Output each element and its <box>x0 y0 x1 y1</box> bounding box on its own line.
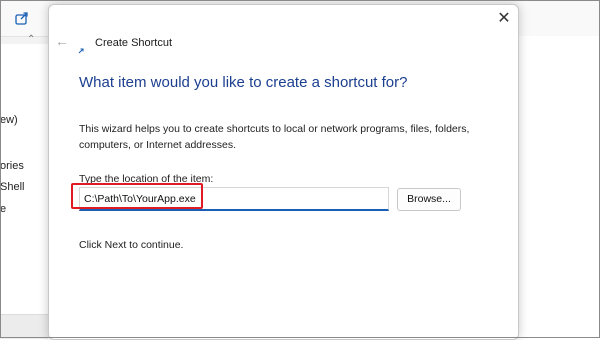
sidebar-fragment[interactable]: ew) <box>0 114 18 126</box>
location-input[interactable] <box>79 187 389 211</box>
background-sidebar: ew) ories Shell e <box>0 44 48 314</box>
create-shortcut-dialog: ✕ ← Create Shortcut What item would you … <box>48 4 519 340</box>
background-status-strip <box>0 314 48 339</box>
shortcut-icon <box>78 41 84 54</box>
background-content-area <box>518 36 600 338</box>
dialog-title: Create Shortcut <box>95 37 173 49</box>
close-icon[interactable]: ✕ <box>496 11 512 27</box>
page-heading: What item would you like to create a sho… <box>79 74 408 91</box>
sidebar-fragment[interactable]: Shell <box>0 181 24 193</box>
browse-button[interactable]: Browse... <box>397 188 461 211</box>
back-arrow-icon[interactable]: ← <box>55 34 71 48</box>
share-icon[interactable] <box>14 10 30 26</box>
wizard-description: This wizard helps you to create shortcut… <box>79 123 470 151</box>
sidebar-fragment[interactable]: ories <box>0 160 24 172</box>
location-label: Type the location of the item: <box>79 173 214 185</box>
sidebar-fragment[interactable]: e <box>0 203 6 215</box>
continue-hint: Click Next to continue. <box>79 239 184 251</box>
